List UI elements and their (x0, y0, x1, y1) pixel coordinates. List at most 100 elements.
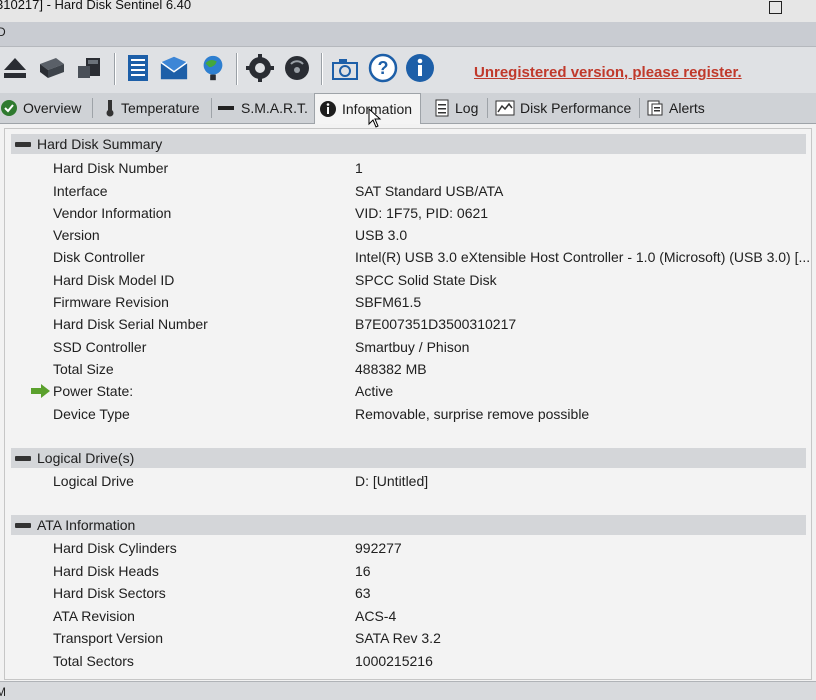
table-row[interactable]: Logical Drive D: [Untitled] (5, 470, 805, 492)
tab-divider (211, 98, 212, 118)
section-title: Hard Disk Summary (37, 136, 163, 152)
check-circle-icon (0, 99, 18, 117)
table-row[interactable]: Hard Disk Number 1 (5, 157, 805, 179)
table-row[interactable]: SSD Controller Smartbuy / Phison (5, 336, 805, 358)
table-row[interactable]: Total Size 488382 MB (5, 358, 805, 380)
row-value: Smartbuy / Phison (355, 339, 470, 355)
menu-item-disk[interactable]: D (0, 25, 6, 39)
table-row[interactable]: Interface SAT Standard USB/ATA (5, 180, 805, 202)
tab-label: Disk Performance (520, 100, 632, 116)
window-title: 310217] - Hard Disk Sentinel 6.40 (0, 0, 192, 12)
section-header-ata[interactable]: ATA Information (11, 515, 806, 535)
disk-icon[interactable] (36, 53, 66, 83)
register-link[interactable]: Unregistered version, please register. (474, 64, 742, 81)
status-bar: M (0, 681, 816, 700)
tray-icon[interactable] (282, 53, 312, 83)
tab-label: Log (455, 100, 479, 116)
menu-bar: D (0, 22, 816, 47)
tab-bar: Overview Temperature S.M.A.R.T. Informat… (0, 93, 816, 124)
row-label: Power State: (53, 383, 134, 399)
row-value: 488382 MB (355, 361, 427, 377)
table-row[interactable]: Firmware Revision SBFM61.5 (5, 291, 805, 313)
table-row[interactable]: Vendor Information VID: 1F75, PID: 0621 (5, 202, 805, 224)
row-label: Device Type (53, 406, 130, 422)
maximize-button[interactable] (769, 1, 782, 14)
title-bar: 310217] - Hard Disk Sentinel 6.40 (0, 0, 816, 22)
row-label: Hard Disk Serial Number (53, 316, 208, 332)
row-value: 16 (355, 563, 371, 579)
row-value: 992277 (355, 540, 402, 556)
section-title: ATA Information (37, 517, 136, 533)
tab-divider (639, 98, 640, 118)
row-value: 63 (355, 585, 371, 601)
collapse-icon[interactable] (15, 141, 31, 147)
table-row[interactable]: Total Sectors 1000215216 (5, 650, 805, 672)
row-value: Active (355, 383, 394, 399)
toolbar-separator (114, 53, 116, 85)
row-label: Firmware Revision (53, 294, 169, 310)
table-row[interactable]: ATA Revision ACS-4 (5, 605, 805, 627)
toolbar-separator (321, 53, 323, 85)
information-panel[interactable]: Hard Disk Summary Hard Disk Number 1 Int… (4, 128, 812, 680)
row-value: B7E007351D3500310217 (355, 316, 517, 332)
row-value: SBFM61.5 (355, 294, 422, 310)
network-icon[interactable] (198, 53, 228, 83)
camera-icon[interactable] (330, 53, 360, 83)
help-icon[interactable]: ? (368, 53, 398, 83)
tab-alerts[interactable]: Alerts (646, 95, 705, 121)
table-row[interactable]: Version USB 3.0 (5, 224, 805, 246)
collapse-icon[interactable] (15, 522, 31, 528)
table-row[interactable]: Disk Controller Intel(R) USB 3.0 eXtensi… (5, 246, 810, 268)
table-row[interactable]: Hard Disk Serial Number B7E007351D350031… (5, 313, 805, 335)
row-value: USB 3.0 (355, 227, 408, 243)
disk-transfer-icon[interactable] (74, 53, 104, 83)
tab-label: S.M.A.R.T. (241, 100, 308, 116)
table-row[interactable]: Hard Disk Model ID SPCC Solid State Disk (5, 269, 805, 291)
row-label: Hard Disk Number (53, 160, 169, 176)
table-row[interactable]: Hard Disk Heads 16 (5, 560, 805, 582)
row-label: Hard Disk Heads (53, 563, 159, 579)
tab-smart[interactable]: S.M.A.R.T. (218, 95, 308, 121)
table-row[interactable]: Hard Disk Sectors 63 (5, 582, 805, 604)
thermometer-icon (104, 99, 116, 117)
tab-disk-performance[interactable]: Disk Performance (495, 95, 631, 121)
section-header-summary[interactable]: Hard Disk Summary (11, 134, 806, 154)
row-label: Hard Disk Sectors (53, 585, 166, 601)
eject-icon[interactable] (0, 53, 30, 83)
row-label: Hard Disk Model ID (53, 272, 175, 288)
collapse-icon[interactable] (15, 455, 31, 461)
row-value: SPCC Solid State Disk (355, 272, 497, 288)
alerts-icon (646, 99, 664, 117)
tab-divider (487, 98, 488, 118)
tab-label: Overview (23, 100, 82, 116)
section-title: Logical Drive(s) (37, 450, 135, 466)
tab-divider (92, 98, 93, 118)
row-label: Total Size (53, 361, 114, 377)
report-icon[interactable] (123, 53, 153, 83)
row-value: 1000215216 (355, 653, 433, 669)
table-row[interactable]: Power State: Active (5, 380, 805, 402)
row-label: Logical Drive (53, 473, 134, 489)
tab-log[interactable]: Log (434, 95, 478, 121)
row-label: Disk Controller (53, 249, 145, 265)
row-value: 1 (355, 160, 363, 176)
row-value: Intel(R) USB 3.0 eXtensible Host Control… (355, 249, 811, 265)
tab-temperature[interactable]: Temperature (104, 95, 200, 121)
info-icon[interactable] (405, 53, 435, 83)
table-row[interactable]: Transport Version SATA Rev 3.2 (5, 627, 805, 649)
row-value: Removable, surprise remove possible (355, 406, 590, 422)
section-header-logical[interactable]: Logical Drive(s) (11, 448, 806, 468)
performance-chart-icon (495, 100, 515, 116)
table-row[interactable]: Hard Disk Cylinders 992277 (5, 537, 805, 559)
row-value: VID: 1F75, PID: 0621 (355, 205, 489, 221)
tab-overview[interactable]: Overview (0, 95, 81, 121)
row-label: Transport Version (53, 630, 163, 646)
mail-icon[interactable] (159, 53, 189, 83)
row-label: SSD Controller (53, 339, 147, 355)
row-label: Version (53, 227, 100, 243)
green-arrow-icon (31, 384, 51, 401)
table-row[interactable]: Device Type Removable, surprise remove p… (5, 403, 805, 425)
tab-label: Temperature (121, 100, 200, 116)
svg-text:?: ? (378, 58, 389, 78)
settings-icon[interactable] (245, 53, 275, 83)
